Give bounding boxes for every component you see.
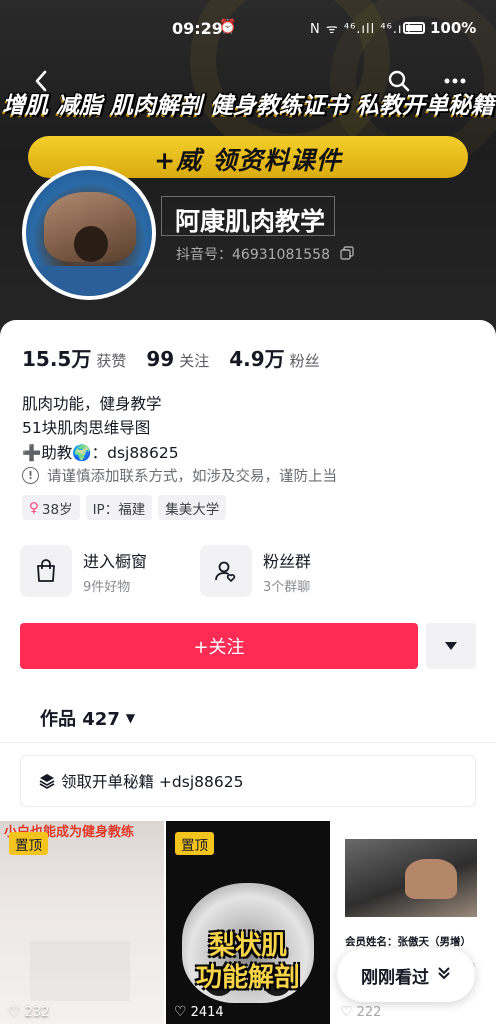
gym-photo — [345, 839, 477, 917]
video-likes: ♡ 222 — [340, 1004, 381, 1020]
stack-icon — [39, 774, 55, 789]
divider — [0, 742, 496, 743]
tag-age-text: 38岁 — [41, 501, 73, 518]
video-likes: ♡ 2414 — [174, 1004, 224, 1020]
video-thumbnail[interactable]: 梨状肌 功能解剖 置顶 ♡ 2414 — [166, 821, 330, 1024]
thumbnail-background — [30, 941, 130, 1001]
tab-works[interactable]: 作品 427 ▼ — [40, 705, 135, 731]
profile-tags: ♀ 38岁 IP：福建 集美大学 — [22, 495, 227, 520]
just-viewed-label: 刚刚看过 — [361, 967, 429, 988]
shop-window-sub: 9件好物 — [83, 579, 131, 595]
fans-group-title: 粉丝群 — [263, 551, 312, 571]
likes-label[interactable]: 获赞 — [96, 350, 126, 371]
douyin-id: 抖音号：46931081558 — [176, 247, 330, 263]
female-icon: ♀ — [29, 499, 39, 516]
pinned-badge: 置顶 — [175, 832, 214, 855]
heart-icon: ♡ — [340, 1004, 353, 1020]
recommend-dropdown-button[interactable] — [426, 623, 476, 669]
video-likes-count: 232 — [24, 1004, 50, 1020]
safety-warning-text: 请谨慎添加联系方式，如涉及交易，谨防上当 — [47, 469, 337, 485]
safety-warning: ! 请谨慎添加联系方式，如涉及交易，谨防上当 — [22, 465, 337, 486]
likes-count[interactable]: 15.5万 — [22, 343, 91, 372]
avatar[interactable] — [22, 166, 156, 300]
followers-label[interactable]: 粉丝 — [290, 350, 320, 371]
copy-icon[interactable] — [340, 246, 354, 260]
followers-count[interactable]: 4.9万 — [229, 343, 284, 372]
battery-percent: 100% — [430, 19, 477, 37]
shop-window-entry[interactable]: 进入橱窗 9件好物 — [20, 543, 147, 599]
status-bar: 09:29 ⏰ N ᯤ ⁴⁶.ıll ⁴⁶.ıll 100% — [0, 0, 496, 58]
pinned-badge: 置顶 — [9, 832, 48, 855]
collection-label: 领取开单秘籍 +dsj88625 — [61, 773, 244, 791]
video-title-line-2: 功能解剖 — [195, 963, 300, 993]
heart-icon: ♡ — [174, 1004, 187, 1020]
banner-headline: 增肌 减脂 肌肉解剖 健身教练证书 私教开单秘籍 — [1, 93, 495, 119]
fans-group-sub: 3个群聊 — [263, 579, 311, 595]
caret-down-icon: ▼ — [125, 711, 136, 725]
video-thumbnail[interactable]: 小白也能成为健身教练 置顶 ♡ 232 — [0, 821, 164, 1024]
profile-name: 阿康肌肉教学 — [175, 207, 326, 236]
profile-header-banner: 09:29 ⏰ N ᯤ ⁴⁶.ıll ⁴⁶.ıll 100% 增肌 减脂 肌肉解… — [0, 0, 496, 340]
avatar-floor — [26, 266, 152, 296]
video-likes-count: 222 — [356, 1004, 382, 1020]
following-label[interactable]: 关注 — [179, 350, 209, 371]
fans-group-icon — [200, 545, 252, 597]
tag-ip: IP：福建 — [85, 495, 153, 520]
stats-row: 15.5万 获赞 99 关注 4.9万 粉丝 — [22, 343, 340, 372]
battery-icon — [403, 22, 425, 34]
alarm-icon: ⏰ — [219, 19, 237, 35]
just-viewed-button[interactable]: 刚刚看过 — [337, 948, 475, 1002]
following-count[interactable]: 99 — [146, 347, 174, 371]
shopping-bag-icon — [20, 545, 72, 597]
collection-entry[interactable]: 领取开单秘籍 +dsj88625 — [20, 755, 476, 807]
video-likes-count: 2414 — [190, 1004, 224, 1020]
status-time: 09:29 — [172, 19, 223, 38]
heart-icon: ♡ — [8, 1004, 21, 1020]
double-chevron-down-icon — [437, 966, 451, 984]
bio-line-3: ➕助教🌍：dsj88625 — [22, 444, 179, 462]
info-icon: ! — [22, 467, 39, 484]
signal-icons: N ᯤ ⁴⁶.ıll ⁴⁶.ıll — [310, 22, 412, 37]
member-name-text: 会员姓名：张傲天（男增） — [345, 936, 471, 948]
video-likes: ♡ 232 — [8, 1004, 49, 1020]
bio-line-1: 肌肉功能，健身教学 — [22, 395, 162, 413]
tag-school[interactable]: 集美大学 — [158, 495, 227, 520]
follow-button[interactable]: +关注 — [20, 623, 418, 669]
fans-group-entry[interactable]: 粉丝群 3个群聊 — [200, 543, 311, 599]
tag-age: ♀ 38岁 — [22, 495, 80, 520]
avatar-head — [74, 226, 108, 262]
triangle-down-icon — [445, 642, 457, 650]
shop-window-title: 进入橱窗 — [83, 551, 148, 571]
bio-line-2: 51块肌肉思维导图 — [22, 419, 151, 437]
tab-works-label: 作品 427 — [40, 709, 120, 730]
